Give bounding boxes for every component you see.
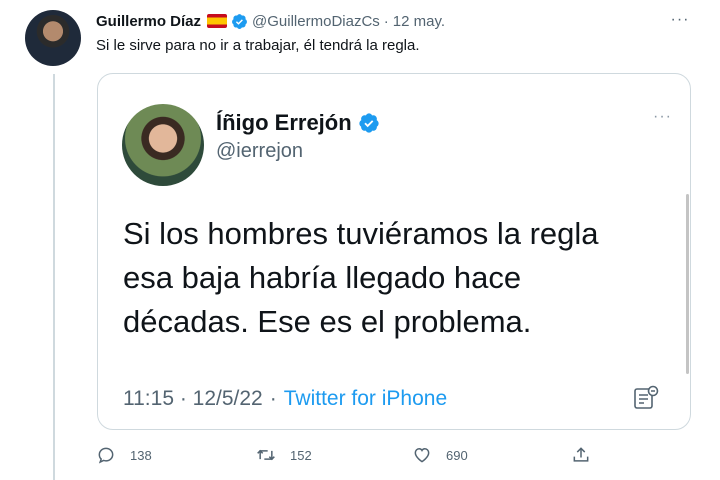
tweet-source-link[interactable]: Twitter for iPhone bbox=[284, 387, 447, 411]
like-button[interactable]: 690 bbox=[412, 442, 468, 468]
quoted-text-line: Si los hombres tuviéramos la regla bbox=[123, 216, 599, 251]
author-handle[interactable]: @GuillermoDiazCs bbox=[252, 13, 380, 30]
like-count: 690 bbox=[446, 447, 468, 463]
author-name[interactable]: Guillermo Díaz bbox=[96, 13, 201, 30]
quoted-author-row: Íñigo Errejón bbox=[216, 108, 380, 138]
retweet-icon bbox=[257, 449, 275, 461]
quoted-tweet-footer: 11:15 · 12/5/22 · Twitter for iPhone bbox=[123, 384, 447, 414]
tweet-actions: 138 152 690 bbox=[96, 442, 606, 468]
quoted-timestamp[interactable]: 11:15 · 12/5/22 bbox=[123, 387, 263, 411]
tweet-date[interactable]: 12 may. bbox=[393, 13, 445, 30]
tweet-text: Si le sirve para no ir a trabajar, él te… bbox=[96, 37, 420, 54]
tweet-header: Guillermo Díaz @GuillermoDiazCs · 12 may… bbox=[96, 10, 445, 32]
quoted-more-options-icon[interactable]: ··· bbox=[653, 108, 672, 126]
analytics-icon[interactable] bbox=[632, 384, 660, 412]
header-separator: · bbox=[383, 12, 389, 30]
footer-separator: · bbox=[269, 387, 277, 410]
quoted-author-name[interactable]: Íñigo Errejón bbox=[216, 110, 352, 136]
author-avatar[interactable] bbox=[25, 10, 81, 66]
more-options-label: ··· bbox=[670, 11, 690, 28]
quoted-text-line: décadas. Ese es el problema. bbox=[123, 304, 532, 339]
share-icon bbox=[573, 447, 589, 462]
share-button[interactable] bbox=[571, 442, 605, 468]
reply-icon bbox=[98, 447, 114, 464]
quoted-text-line: esa baja habría llegado hace bbox=[123, 260, 522, 295]
scrollbar[interactable] bbox=[686, 194, 689, 374]
more-options-icon[interactable]: ··· bbox=[668, 10, 692, 30]
reply-button[interactable]: 138 bbox=[96, 442, 152, 468]
heart-icon bbox=[414, 447, 430, 463]
verified-badge-icon bbox=[232, 13, 247, 29]
thread-line bbox=[53, 74, 55, 480]
spain-flag-icon bbox=[207, 14, 228, 28]
retweet-button[interactable]: 152 bbox=[256, 442, 312, 468]
quoted-tweet-text: Si los hombres tuviéramos la regla esa b… bbox=[123, 212, 663, 344]
quoted-author-handle[interactable]: @ierrejon bbox=[216, 140, 303, 163]
retweet-count: 152 bbox=[290, 447, 312, 463]
verified-badge-icon bbox=[359, 113, 379, 133]
reply-count: 138 bbox=[130, 447, 152, 463]
quoted-author-avatar[interactable] bbox=[122, 104, 204, 186]
quoted-tweet-card[interactable]: Íñigo Errejón @ierrejon ··· Si los hombr… bbox=[97, 73, 691, 430]
